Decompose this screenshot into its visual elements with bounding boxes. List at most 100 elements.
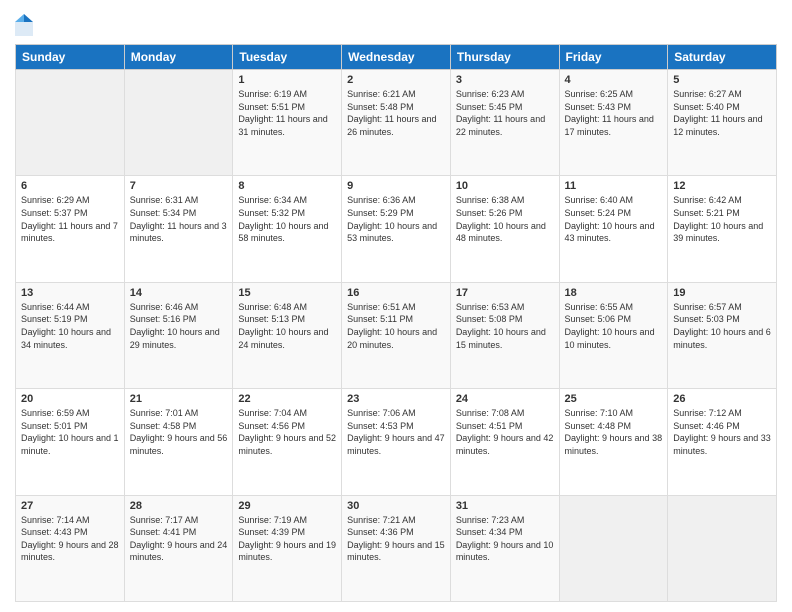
calendar-day-cell: 22 Sunrise: 7:04 AM Sunset: 4:56 PM Dayl… (233, 389, 342, 495)
day-info: Sunrise: 6:27 AM Sunset: 5:40 PM Dayligh… (673, 88, 771, 138)
day-info: Sunrise: 6:23 AM Sunset: 5:45 PM Dayligh… (456, 88, 554, 138)
daylight-text: Daylight: 10 hours and 29 minutes. (130, 327, 220, 350)
day-info: Sunrise: 6:44 AM Sunset: 5:19 PM Dayligh… (21, 301, 119, 351)
calendar-day-cell: 4 Sunrise: 6:25 AM Sunset: 5:43 PM Dayli… (559, 70, 668, 176)
sunrise-text: Sunrise: 6:40 AM (565, 195, 634, 205)
sunrise-text: Sunrise: 7:01 AM (130, 408, 199, 418)
daylight-text: Daylight: 9 hours and 56 minutes. (130, 433, 228, 456)
day-info: Sunrise: 6:31 AM Sunset: 5:34 PM Dayligh… (130, 194, 228, 244)
day-number: 26 (673, 393, 771, 405)
sunrise-text: Sunrise: 6:53 AM (456, 302, 525, 312)
day-info: Sunrise: 7:10 AM Sunset: 4:48 PM Dayligh… (565, 407, 663, 457)
daylight-text: Daylight: 10 hours and 20 minutes. (347, 327, 437, 350)
weekday-header: Saturday (668, 45, 777, 70)
day-number: 21 (130, 393, 228, 405)
sunrise-text: Sunrise: 6:42 AM (673, 195, 742, 205)
day-info: Sunrise: 7:08 AM Sunset: 4:51 PM Dayligh… (456, 407, 554, 457)
daylight-text: Daylight: 10 hours and 10 minutes. (565, 327, 655, 350)
sunset-text: Sunset: 5:32 PM (238, 208, 305, 218)
sunrise-text: Sunrise: 7:14 AM (21, 515, 90, 525)
day-number: 15 (238, 287, 336, 299)
logo-icon (15, 14, 33, 36)
sunset-text: Sunset: 5:43 PM (565, 102, 632, 112)
sunset-text: Sunset: 5:19 PM (21, 314, 88, 324)
sunset-text: Sunset: 5:11 PM (347, 314, 413, 324)
calendar-day-cell: 27 Sunrise: 7:14 AM Sunset: 4:43 PM Dayl… (16, 495, 125, 601)
sunset-text: Sunset: 5:03 PM (673, 314, 740, 324)
sunset-text: Sunset: 4:43 PM (21, 527, 88, 537)
calendar-day-cell: 8 Sunrise: 6:34 AM Sunset: 5:32 PM Dayli… (233, 176, 342, 282)
day-info: Sunrise: 6:55 AM Sunset: 5:06 PM Dayligh… (565, 301, 663, 351)
sunrise-text: Sunrise: 7:06 AM (347, 408, 416, 418)
day-number: 9 (347, 180, 445, 192)
calendar-week-row: 27 Sunrise: 7:14 AM Sunset: 4:43 PM Dayl… (16, 495, 777, 601)
calendar-day-cell: 6 Sunrise: 6:29 AM Sunset: 5:37 PM Dayli… (16, 176, 125, 282)
page-header (15, 10, 777, 36)
calendar-day-cell: 18 Sunrise: 6:55 AM Sunset: 5:06 PM Dayl… (559, 282, 668, 388)
calendar-day-cell: 30 Sunrise: 7:21 AM Sunset: 4:36 PM Dayl… (342, 495, 451, 601)
daylight-text: Daylight: 9 hours and 42 minutes. (456, 433, 554, 456)
calendar-day-cell: 29 Sunrise: 7:19 AM Sunset: 4:39 PM Dayl… (233, 495, 342, 601)
day-info: Sunrise: 7:04 AM Sunset: 4:56 PM Dayligh… (238, 407, 336, 457)
daylight-text: Daylight: 10 hours and 39 minutes. (673, 221, 763, 244)
daylight-text: Daylight: 9 hours and 47 minutes. (347, 433, 445, 456)
sunrise-text: Sunrise: 7:19 AM (238, 515, 307, 525)
calendar-day-cell: 25 Sunrise: 7:10 AM Sunset: 4:48 PM Dayl… (559, 389, 668, 495)
day-info: Sunrise: 6:21 AM Sunset: 5:48 PM Dayligh… (347, 88, 445, 138)
calendar-day-cell (124, 70, 233, 176)
calendar-table: SundayMondayTuesdayWednesdayThursdayFrid… (15, 44, 777, 602)
calendar-day-cell: 26 Sunrise: 7:12 AM Sunset: 4:46 PM Dayl… (668, 389, 777, 495)
weekday-header: Sunday (16, 45, 125, 70)
calendar-day-cell: 5 Sunrise: 6:27 AM Sunset: 5:40 PM Dayli… (668, 70, 777, 176)
weekday-header: Tuesday (233, 45, 342, 70)
sunrise-text: Sunrise: 7:10 AM (565, 408, 634, 418)
sunrise-text: Sunrise: 7:12 AM (673, 408, 742, 418)
logo (15, 14, 35, 36)
sunrise-text: Sunrise: 6:36 AM (347, 195, 416, 205)
calendar-day-cell: 28 Sunrise: 7:17 AM Sunset: 4:41 PM Dayl… (124, 495, 233, 601)
calendar-day-cell (559, 495, 668, 601)
sunset-text: Sunset: 5:48 PM (347, 102, 414, 112)
day-number: 24 (456, 393, 554, 405)
sunset-text: Sunset: 5:34 PM (130, 208, 197, 218)
sunrise-text: Sunrise: 6:48 AM (238, 302, 307, 312)
weekday-header: Friday (559, 45, 668, 70)
weekday-header: Monday (124, 45, 233, 70)
calendar-day-cell: 14 Sunrise: 6:46 AM Sunset: 5:16 PM Dayl… (124, 282, 233, 388)
sunrise-text: Sunrise: 6:31 AM (130, 195, 199, 205)
day-info: Sunrise: 6:29 AM Sunset: 5:37 PM Dayligh… (21, 194, 119, 244)
calendar-day-cell: 10 Sunrise: 6:38 AM Sunset: 5:26 PM Dayl… (450, 176, 559, 282)
day-number: 23 (347, 393, 445, 405)
day-number: 10 (456, 180, 554, 192)
calendar-day-cell: 13 Sunrise: 6:44 AM Sunset: 5:19 PM Dayl… (16, 282, 125, 388)
sunset-text: Sunset: 5:08 PM (456, 314, 523, 324)
calendar-day-cell: 23 Sunrise: 7:06 AM Sunset: 4:53 PM Dayl… (342, 389, 451, 495)
sunrise-text: Sunrise: 6:23 AM (456, 89, 525, 99)
daylight-text: Daylight: 9 hours and 19 minutes. (238, 540, 336, 563)
sunset-text: Sunset: 4:51 PM (456, 421, 523, 431)
daylight-text: Daylight: 9 hours and 28 minutes. (21, 540, 119, 563)
sunrise-text: Sunrise: 6:29 AM (21, 195, 90, 205)
day-number: 28 (130, 500, 228, 512)
sunset-text: Sunset: 5:01 PM (21, 421, 88, 431)
calendar-day-cell (668, 495, 777, 601)
day-info: Sunrise: 7:14 AM Sunset: 4:43 PM Dayligh… (21, 514, 119, 564)
day-number: 16 (347, 287, 445, 299)
calendar-day-cell: 19 Sunrise: 6:57 AM Sunset: 5:03 PM Dayl… (668, 282, 777, 388)
daylight-text: Daylight: 9 hours and 24 minutes. (130, 540, 228, 563)
daylight-text: Daylight: 10 hours and 15 minutes. (456, 327, 546, 350)
day-number: 4 (565, 74, 663, 86)
daylight-text: Daylight: 9 hours and 15 minutes. (347, 540, 445, 563)
day-number: 17 (456, 287, 554, 299)
daylight-text: Daylight: 11 hours and 31 minutes. (238, 114, 327, 137)
sunset-text: Sunset: 4:34 PM (456, 527, 523, 537)
calendar-day-cell: 2 Sunrise: 6:21 AM Sunset: 5:48 PM Dayli… (342, 70, 451, 176)
calendar-day-cell: 3 Sunrise: 6:23 AM Sunset: 5:45 PM Dayli… (450, 70, 559, 176)
weekday-header: Thursday (450, 45, 559, 70)
day-number: 31 (456, 500, 554, 512)
sunrise-text: Sunrise: 6:55 AM (565, 302, 634, 312)
sunset-text: Sunset: 5:24 PM (565, 208, 632, 218)
sunset-text: Sunset: 5:37 PM (21, 208, 88, 218)
day-number: 29 (238, 500, 336, 512)
day-info: Sunrise: 6:38 AM Sunset: 5:26 PM Dayligh… (456, 194, 554, 244)
